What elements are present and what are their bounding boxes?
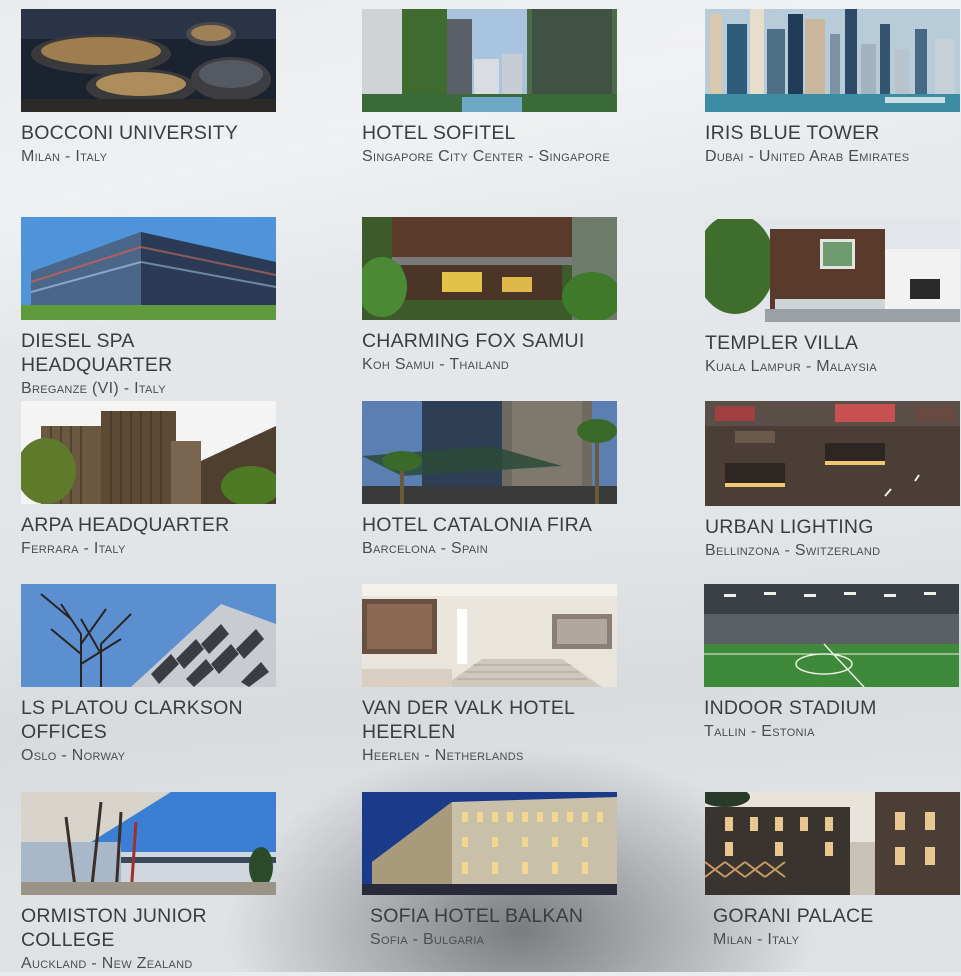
project-title[interactable]: HOTEL CATALONIA FIRA bbox=[362, 513, 622, 537]
project-card-van-der-valk-hotel-heerlen[interactable]: VAN DER VALK HOTEL HEERLEN Heerlen - Net… bbox=[362, 584, 622, 768]
project-title[interactable]: SOFIA HOTEL BALKAN bbox=[362, 904, 622, 928]
project-thumbnail[interactable] bbox=[21, 217, 276, 320]
project-location: Tallin - Estonia bbox=[704, 723, 815, 740]
project-thumbnail[interactable] bbox=[362, 9, 617, 112]
project-card-ormiston-junior-college[interactable]: ORMISTON JUNIOR COLLEGE Auckland - New Z… bbox=[21, 792, 281, 976]
project-thumbnail[interactable] bbox=[704, 584, 959, 687]
project-location: Singapore City Center - Singapore bbox=[362, 148, 610, 165]
project-card-urban-lighting[interactable]: URBAN LIGHTING Bellinzona - Switzerland bbox=[705, 401, 961, 563]
project-location: Bellinzona - Switzerland bbox=[705, 542, 881, 559]
project-card-gorani-palace[interactable]: GORANI PALACE Milan - Italy bbox=[705, 792, 961, 952]
project-location: Koh Samui - Thailand bbox=[362, 356, 510, 373]
project-thumbnail[interactable] bbox=[21, 9, 276, 112]
project-thumbnail[interactable] bbox=[705, 9, 960, 112]
project-location: Milan - Italy bbox=[713, 931, 800, 948]
project-title[interactable]: INDOOR STADIUM bbox=[704, 696, 961, 720]
project-title[interactable]: GORANI PALACE bbox=[705, 904, 961, 928]
project-card-diesel-spa-headquarter[interactable]: DIESEL SPA HEADQUARTER Breganze (VI) - I… bbox=[21, 217, 281, 401]
project-card-bocconi-university[interactable]: BOCCONI UNIVERSITY Milan - Italy bbox=[21, 9, 281, 169]
project-card-sofia-hotel-balkan[interactable]: SOFIA HOTEL BALKAN Sofia - Bulgaria bbox=[362, 792, 622, 952]
project-title[interactable]: ORMISTON JUNIOR COLLEGE bbox=[21, 904, 281, 952]
project-card-indoor-stadium[interactable]: INDOOR STADIUM Tallin - Estonia bbox=[704, 584, 961, 744]
project-title[interactable]: LS PLATOU CLARKSON OFFICES bbox=[21, 696, 281, 744]
project-card-charming-fox-samui[interactable]: CHARMING FOX SAMUI Koh Samui - Thailand bbox=[362, 217, 622, 377]
project-card-hotel-catalonia-fira[interactable]: HOTEL CATALONIA FIRA Barcelona - Spain bbox=[362, 401, 622, 561]
project-card-hotel-sofitel[interactable]: HOTEL SOFITEL Singapore City Center - Si… bbox=[362, 9, 622, 169]
project-thumbnail[interactable] bbox=[21, 584, 276, 687]
project-title[interactable]: ARPA HEADQUARTER bbox=[21, 513, 281, 537]
project-title[interactable]: HOTEL SOFITEL bbox=[362, 121, 622, 145]
project-title[interactable]: URBAN LIGHTING bbox=[705, 515, 961, 539]
project-thumbnail[interactable] bbox=[362, 217, 617, 320]
project-location: Dubai - United Arab Emirates bbox=[705, 148, 910, 165]
project-thumbnail[interactable] bbox=[362, 584, 617, 687]
project-location: Milan - Italy bbox=[21, 148, 108, 165]
project-title[interactable]: IRIS BLUE TOWER bbox=[705, 121, 961, 145]
project-title[interactable]: TEMPLER VILLA bbox=[705, 331, 961, 355]
project-location: Heerlen - Netherlands bbox=[362, 747, 524, 764]
project-location: Sofia - Bulgaria bbox=[370, 931, 485, 948]
project-thumbnail[interactable] bbox=[21, 401, 276, 504]
project-location: Oslo - Norway bbox=[21, 747, 126, 764]
project-title[interactable]: CHARMING FOX SAMUI bbox=[362, 329, 622, 353]
project-card-arpa-headquarter[interactable]: ARPA HEADQUARTER Ferrara - Italy bbox=[21, 401, 281, 561]
project-thumbnail[interactable] bbox=[362, 401, 617, 504]
project-location: Breganze (VI) - Italy bbox=[21, 380, 166, 397]
project-card-iris-blue-tower[interactable]: IRIS BLUE TOWER Dubai - United Arab Emir… bbox=[705, 9, 961, 169]
project-thumbnail[interactable] bbox=[705, 219, 960, 322]
project-location: Barcelona - Spain bbox=[362, 540, 489, 557]
project-title[interactable]: BOCCONI UNIVERSITY bbox=[21, 121, 281, 145]
project-thumbnail[interactable] bbox=[705, 401, 960, 506]
project-title[interactable]: DIESEL SPA HEADQUARTER bbox=[21, 329, 281, 377]
project-location: Kuala Lampur - Malaysia bbox=[705, 358, 877, 375]
project-title[interactable]: VAN DER VALK HOTEL HEERLEN bbox=[362, 696, 622, 744]
project-location: Ferrara - Italy bbox=[21, 540, 126, 557]
project-thumbnail[interactable] bbox=[21, 792, 276, 895]
project-card-ls-platou-clarkson-offices[interactable]: LS PLATOU CLARKSON OFFICES Oslo - Norway bbox=[21, 584, 281, 768]
project-card-templer-villa[interactable]: TEMPLER VILLA Kuala Lampur - Malaysia bbox=[705, 219, 961, 379]
project-thumbnail[interactable] bbox=[362, 792, 617, 895]
project-thumbnail[interactable] bbox=[705, 792, 960, 895]
project-location: Auckland - New Zealand bbox=[21, 955, 193, 972]
